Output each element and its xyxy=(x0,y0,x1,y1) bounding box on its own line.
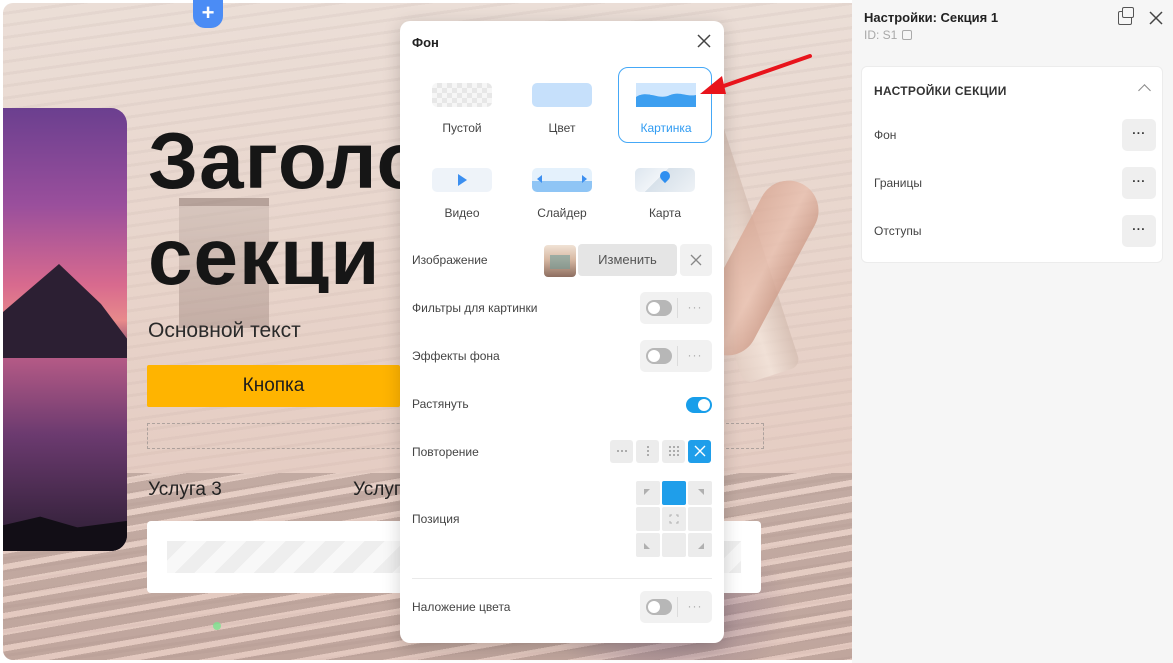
position-middle-right[interactable] xyxy=(688,507,712,531)
repeat-y-button[interactable] xyxy=(636,440,659,463)
hero-button[interactable]: Кнопка xyxy=(147,365,400,407)
horizontal-dots-icon xyxy=(616,450,627,452)
effects-label: Эффекты фона xyxy=(412,349,500,363)
sunset-photo-card[interactable] xyxy=(3,108,127,551)
panel-title: Настройки: Секция 1 xyxy=(864,10,999,25)
change-image-button[interactable]: Изменить xyxy=(578,244,677,276)
section-settings-heading: НАСТРОЙКИ СЕКЦИИ xyxy=(874,84,1007,98)
map-pin-icon xyxy=(635,168,695,192)
bg-type-label: Картинка xyxy=(640,121,692,135)
position-top-right[interactable] xyxy=(688,481,712,505)
position-top-left[interactable] xyxy=(636,481,660,505)
effects-more-button[interactable]: ··· xyxy=(678,340,712,372)
close-icon xyxy=(694,445,705,457)
bg-type-color[interactable]: Цвет xyxy=(515,67,609,143)
repeat-label: Повторение xyxy=(412,445,479,459)
green-dot xyxy=(213,622,221,630)
background-more-button[interactable]: ··· xyxy=(1122,119,1156,151)
video-play-icon xyxy=(432,168,492,192)
hero-title-line-1: Заголо xyxy=(148,116,408,205)
filters-toggle[interactable] xyxy=(646,300,672,316)
filters-control: ··· xyxy=(640,292,712,324)
bg-type-label: Видео xyxy=(444,206,480,220)
image-icon xyxy=(636,83,696,107)
hero-body-text[interactable]: Основной текст xyxy=(148,319,301,343)
filters-more-button[interactable]: ··· xyxy=(678,292,712,324)
hero-title[interactable]: Заголо секци xyxy=(148,113,408,293)
service-3-title[interactable]: Услуга 3 xyxy=(148,479,222,501)
close-icon[interactable] xyxy=(694,33,714,53)
overlay-control: ··· xyxy=(640,591,712,623)
position-bottom-center[interactable] xyxy=(662,533,686,557)
bg-type-slider[interactable]: Слайдер xyxy=(515,152,609,228)
corner-bottom-left-icon xyxy=(644,543,650,549)
position-middle-left[interactable] xyxy=(636,507,660,531)
position-bottom-left[interactable] xyxy=(636,533,660,557)
stretch-toggle[interactable] xyxy=(686,397,712,413)
repeat-both-button[interactable] xyxy=(610,440,633,463)
setting-label-borders: Границы xyxy=(874,176,922,190)
bg-type-image[interactable]: Картинка xyxy=(618,67,712,143)
settings-panel: Настройки: Секция 1 ID: S1 НАСТРОЙКИ СЕК… xyxy=(852,0,1173,663)
bg-type-label: Пустой xyxy=(442,121,482,135)
overlay-toggle[interactable] xyxy=(646,599,672,615)
position-label: Позиция xyxy=(412,512,460,526)
image-thumbnail[interactable] xyxy=(544,245,576,277)
filters-label: Фильтры для картинки xyxy=(412,301,538,315)
corner-bottom-right-icon xyxy=(698,543,704,549)
remove-image-button[interactable] xyxy=(680,244,712,276)
bg-type-empty[interactable]: Пустой xyxy=(415,67,509,143)
stretch-label: Растянуть xyxy=(412,397,469,411)
popup-title: Фон xyxy=(412,35,439,50)
slider-icon xyxy=(532,168,592,192)
borders-more-button[interactable]: ··· xyxy=(1122,167,1156,199)
setting-label-background: Фон xyxy=(874,128,897,142)
bg-type-map[interactable]: Карта xyxy=(618,152,712,228)
overlay-more-button[interactable]: ··· xyxy=(678,591,712,623)
divider xyxy=(412,578,712,579)
overlay-label: Наложение цвета xyxy=(412,600,511,614)
corner-top-right-icon xyxy=(698,489,704,495)
color-swatch-icon xyxy=(532,83,592,107)
image-label: Изображение xyxy=(412,253,488,267)
bg-type-video[interactable]: Видео xyxy=(415,152,509,228)
background-popup: Фон Пустой Цвет Картинка Видео Слайдер К… xyxy=(400,21,724,643)
hero-title-line-2: секци xyxy=(148,212,381,293)
position-top-center[interactable] xyxy=(662,481,686,505)
bg-type-label: Слайдер xyxy=(537,206,587,220)
bg-type-label: Цвет xyxy=(548,121,576,135)
no-repeat-button[interactable] xyxy=(688,440,711,463)
transparent-grid-icon xyxy=(432,83,492,107)
position-center[interactable] xyxy=(662,507,686,531)
popout-window-icon[interactable] xyxy=(1118,7,1134,25)
vertical-dots-icon xyxy=(646,446,649,456)
close-icon[interactable] xyxy=(1149,7,1163,31)
service-4-title[interactable]: Услуга 4 xyxy=(353,479,403,501)
center-focus-icon xyxy=(669,514,679,524)
effects-control: ··· xyxy=(640,340,712,372)
effects-toggle[interactable] xyxy=(646,348,672,364)
corner-top-left-icon xyxy=(644,489,650,495)
repeat-grid-button[interactable] xyxy=(662,440,685,463)
bg-type-label: Карта xyxy=(648,206,682,220)
position-bottom-right[interactable] xyxy=(688,533,712,557)
section-settings-card: НАСТРОЙКИ СЕКЦИИ Фон ··· Границы ··· Отс… xyxy=(861,66,1163,263)
copy-icon[interactable] xyxy=(902,30,912,40)
chevron-up-icon[interactable] xyxy=(1138,84,1151,97)
close-icon xyxy=(690,254,702,266)
grid-dots-icon xyxy=(668,446,679,456)
padding-more-button[interactable]: ··· xyxy=(1122,215,1156,247)
add-block-button[interactable]: + xyxy=(193,0,223,28)
setting-label-padding: Отступы xyxy=(874,224,922,238)
section-id: ID: S1 xyxy=(864,28,898,42)
